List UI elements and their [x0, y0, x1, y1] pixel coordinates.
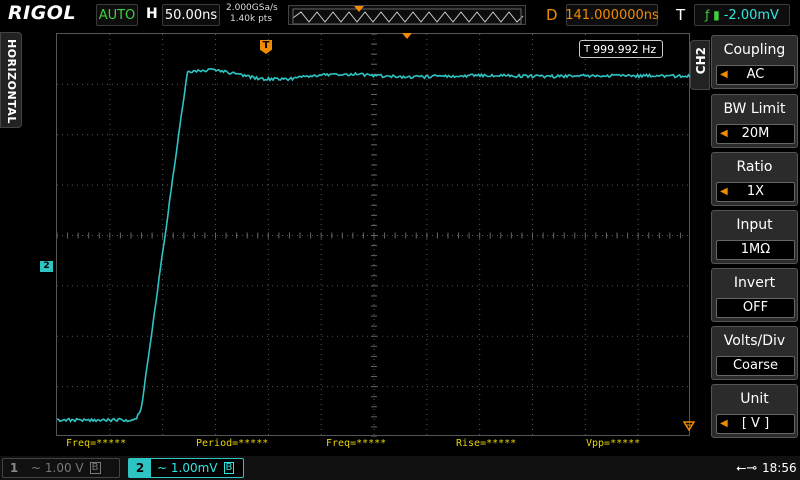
counter-icon: T	[584, 44, 590, 55]
softkey-value: ◀ 20M	[716, 124, 795, 144]
memory-overview-graphic	[289, 6, 527, 26]
ch2-tab-label: CH2	[694, 47, 708, 74]
softkey-label: Ratio	[712, 159, 797, 175]
top-status-bar: RIGOL AUTO H 50.00ns 2.000GSa/s 1.40k pt…	[0, 0, 800, 30]
knob-arrow-icon: ◀	[720, 125, 728, 143]
ch2-waveform-trace	[57, 34, 691, 437]
softkey-value: ◀[ V ]	[716, 414, 795, 434]
knob-arrow-icon: ◀	[720, 183, 728, 201]
softkey-label: BW Limit	[712, 101, 797, 117]
center-position-marker	[402, 33, 412, 39]
measurement-period[interactable]: Period=*****	[196, 438, 268, 449]
ch2-scale: ~ 1.00mV	[157, 461, 218, 475]
knob-arrow-icon: ◀	[720, 415, 728, 433]
trigger-label: T	[676, 6, 685, 24]
softkey-label: Input	[712, 217, 797, 233]
measurement-freq-2[interactable]: Freq=*****	[326, 438, 386, 449]
sample-info: 2.000GSa/s 1.40k pts	[226, 3, 276, 25]
ch1-scale: ~ 1.00 V	[31, 461, 84, 475]
softkey-input[interactable]: Input 1MΩ	[711, 210, 798, 264]
softkey-invert[interactable]: Invert OFF	[711, 268, 798, 322]
softkey-label: Invert	[712, 275, 797, 291]
waveform-display[interactable]: T 999.992 Hz T	[56, 33, 690, 436]
softkey-value: ◀ 1X	[716, 182, 795, 202]
ch1-number: 1	[3, 461, 25, 475]
ch2-number: 2	[129, 459, 151, 477]
softkey-volts-div[interactable]: Volts/Div Coarse	[711, 326, 798, 380]
bw-limit-icon: B	[224, 462, 235, 474]
memory-depth: 1.40k pts	[226, 14, 276, 25]
rigol-logo: RIGOL	[8, 2, 76, 24]
softkey-coupling[interactable]: Coupling ◀ AC	[711, 35, 798, 89]
sample-rate: 2.000GSa/s	[226, 3, 276, 14]
horizontal-tab-label: HORIZONTAL	[5, 39, 18, 124]
frequency-counter[interactable]: T 999.992 Hz	[579, 40, 663, 58]
horizontal-label: H	[146, 6, 158, 22]
softkey-unit[interactable]: Unit ◀[ V ]	[711, 384, 798, 438]
trigger-level-marker-icon	[683, 421, 695, 431]
softkey-label: Volts/Div	[712, 333, 797, 349]
softkey-value: 1MΩ	[716, 240, 795, 260]
softkey-ratio[interactable]: Ratio ◀ 1X	[711, 152, 798, 206]
softkey-value: ◀ AC	[716, 65, 795, 85]
delay-label: D	[546, 6, 558, 24]
bottom-status-bar: 1 ~ 1.00 V B 2 ~ 1.00mV B ⭠⊸ 18:56	[0, 456, 800, 480]
measurement-vpp[interactable]: Vpp=*****	[586, 438, 640, 449]
frequency-counter-value: 999.992 Hz	[593, 43, 656, 56]
ch2-menu-tab[interactable]: CH2	[690, 40, 710, 90]
measurement-rise[interactable]: Rise=*****	[456, 438, 516, 449]
horizontal-menu-tab[interactable]: HORIZONTAL	[0, 32, 22, 128]
delay-value[interactable]: 141.000000ns	[566, 4, 658, 26]
softkey-bw-limit[interactable]: BW Limit ◀ 20M	[711, 94, 798, 148]
timebase-value[interactable]: 50.00ns	[162, 4, 220, 26]
knob-arrow-icon: ◀	[720, 66, 728, 84]
ch2-offset-marker[interactable]: 2	[40, 261, 53, 272]
clock: 18:56	[762, 461, 797, 475]
memory-waveform-overview[interactable]	[288, 5, 526, 25]
ch1-status[interactable]: 1 ~ 1.00 V B	[2, 458, 120, 478]
softkey-value: OFF	[716, 298, 795, 318]
softkey-value: Coarse	[716, 356, 795, 376]
usb-icon: ⭠⊸	[736, 461, 757, 476]
softkey-label: Coupling	[712, 42, 797, 58]
measurement-bar: Freq=***** Period=***** Freq=***** Rise=…	[56, 437, 690, 451]
edge-trigger-icon: ƒ ▮	[705, 8, 720, 22]
trigger-mode-status[interactable]: AUTO	[96, 4, 138, 26]
trigger-level-value: -2.00mV	[724, 8, 779, 23]
measurement-freq-1[interactable]: Freq=*****	[66, 438, 126, 449]
trigger-level-box[interactable]: ƒ ▮ -2.00mV	[694, 4, 790, 26]
softkey-label: Unit	[712, 391, 797, 407]
ch2-status[interactable]: 2 ~ 1.00mV B	[128, 458, 244, 478]
bw-limit-icon: B	[90, 462, 101, 474]
